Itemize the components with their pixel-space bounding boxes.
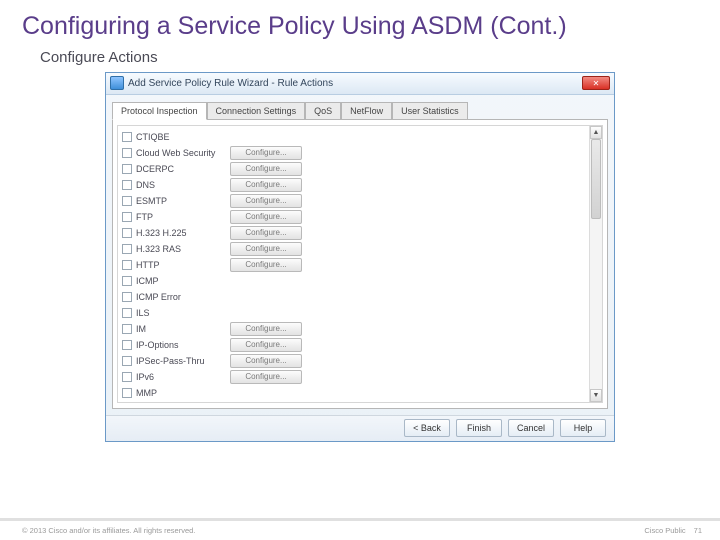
tab-panel-protocol-inspection: CTIQBECloud Web SecurityConfigure...DCER… (112, 119, 608, 409)
slide-subtitle: Configure Actions (0, 43, 720, 72)
tab-protocol-inspection[interactable]: Protocol Inspection (112, 102, 207, 120)
protocol-label: FTP (136, 212, 226, 222)
protocol-label: IP-Options (136, 340, 226, 350)
protocol-checkbox[interactable] (122, 180, 132, 190)
page-number: 71 (694, 526, 702, 535)
wizard-window: Add Service Policy Rule Wizard - Rule Ac… (105, 72, 615, 442)
protocol-checkbox[interactable] (122, 244, 132, 254)
scroll-up-icon[interactable]: ▲ (590, 126, 602, 139)
scroll-thumb[interactable] (591, 139, 601, 219)
protocol-checkbox[interactable] (122, 324, 132, 334)
protocol-checkbox[interactable] (122, 196, 132, 206)
scroll-down-icon[interactable]: ▼ (590, 389, 602, 402)
configure-button[interactable]: Configure... (230, 258, 302, 272)
protocol-label: IM (136, 324, 226, 334)
protocol-row: H.323 RAS Configure... (122, 241, 585, 257)
protocol-label: IPv6 (136, 372, 226, 382)
protocol-row: ICMP (122, 273, 585, 289)
protocol-label: H.323 H.225 (136, 228, 226, 238)
protocol-checkbox[interactable] (122, 388, 132, 398)
protocol-checkbox[interactable] (122, 228, 132, 238)
copyright-text: © 2013 Cisco and/or its affiliates. All … (22, 526, 195, 535)
protocol-label: CTIQBE (136, 132, 226, 142)
protocol-row: IPv6 Configure... (122, 369, 585, 385)
tab-user-statistics[interactable]: User Statistics (392, 102, 468, 120)
protocol-label: ESMTP (136, 196, 226, 206)
protocol-label: DCERPC (136, 164, 226, 174)
protocol-row: IM Configure... (122, 321, 585, 337)
protocol-row: CTIQBE (122, 129, 585, 145)
window-title: Add Service Policy Rule Wizard - Rule Ac… (128, 78, 582, 89)
slide-title: Configuring a Service Policy Using ASDM … (0, 0, 720, 43)
configure-button[interactable]: Configure... (230, 402, 302, 403)
protocol-checkbox[interactable] (122, 276, 132, 286)
protocol-checkbox[interactable] (122, 292, 132, 302)
finish-button[interactable]: Finish (456, 419, 502, 437)
protocol-label: H.323 RAS (136, 244, 226, 254)
scrollbar[interactable]: ▲ ▼ (589, 126, 602, 402)
configure-button[interactable]: Configure... (230, 146, 302, 160)
protocol-row: IP-Options Configure... (122, 337, 585, 353)
protocol-checkbox[interactable] (122, 132, 132, 142)
configure-button[interactable]: Configure... (230, 226, 302, 240)
protocol-label: ICMP (136, 276, 226, 286)
tab-connection-settings[interactable]: Connection Settings (207, 102, 306, 120)
cancel-button[interactable]: Cancel (508, 419, 554, 437)
protocol-row: FTP Configure... (122, 209, 585, 225)
protocol-row: ICMP Error (122, 289, 585, 305)
protocol-row: ESMTP Configure... (122, 193, 585, 209)
wizard-button-row: < Back Finish Cancel Help (106, 415, 614, 441)
protocol-label: DNS (136, 180, 226, 190)
protocol-label: IPSec-Pass-Thru (136, 356, 226, 366)
configure-button[interactable]: Configure... (230, 354, 302, 368)
protocol-list: CTIQBECloud Web SecurityConfigure...DCER… (117, 125, 603, 403)
protocol-label: Cloud Web Security (136, 148, 226, 158)
protocol-label: HTTP (136, 260, 226, 270)
protocol-row: DCERPC Configure... (122, 161, 585, 177)
protocol-checkbox[interactable] (122, 212, 132, 222)
configure-button[interactable]: Configure... (230, 338, 302, 352)
protocol-checkbox[interactable] (122, 356, 132, 366)
window-titlebar: Add Service Policy Rule Wizard - Rule Ac… (106, 73, 614, 95)
protocol-row: IPSec-Pass-Thru Configure... (122, 353, 585, 369)
close-icon[interactable]: ✕ (582, 76, 610, 90)
protocol-checkbox[interactable] (122, 308, 132, 318)
configure-button[interactable]: Configure... (230, 162, 302, 176)
configure-button[interactable]: Configure... (230, 194, 302, 208)
configure-button[interactable]: Configure... (230, 178, 302, 192)
tab-netflow[interactable]: NetFlow (341, 102, 392, 120)
protocol-row: MMP (122, 385, 585, 401)
protocol-row: Cloud Web Security Configure... (122, 145, 585, 161)
configure-button[interactable]: Configure... (230, 370, 302, 384)
protocol-label: ILS (136, 308, 226, 318)
protocol-row: HTTP Configure... (122, 257, 585, 273)
window-body: Protocol InspectionConnection SettingsQo… (106, 95, 614, 415)
tab-qos[interactable]: QoS (305, 102, 341, 120)
classification-text: Cisco Public (644, 526, 685, 535)
app-icon (110, 76, 124, 90)
help-button[interactable]: Help (560, 419, 606, 437)
slide-footer: © 2013 Cisco and/or its affiliates. All … (0, 518, 720, 540)
protocol-checkbox[interactable] (122, 260, 132, 270)
protocol-row: H.323 H.225 Configure... (122, 225, 585, 241)
configure-button[interactable]: Configure... (230, 210, 302, 224)
protocol-row: MGCPConfigure... (122, 401, 585, 403)
protocol-checkbox[interactable] (122, 340, 132, 350)
protocol-label: ICMP Error (136, 292, 226, 302)
tabs-row: Protocol InspectionConnection SettingsQo… (112, 101, 608, 119)
back-button[interactable]: < Back (404, 419, 450, 437)
protocol-row: DNS Configure... (122, 177, 585, 193)
protocol-row: ILS (122, 305, 585, 321)
configure-button[interactable]: Configure... (230, 242, 302, 256)
protocol-label: MMP (136, 388, 226, 398)
configure-button[interactable]: Configure... (230, 322, 302, 336)
protocol-checkbox[interactable] (122, 372, 132, 382)
scroll-track[interactable] (590, 139, 602, 389)
protocol-checkbox[interactable] (122, 164, 132, 174)
protocol-checkbox[interactable] (122, 148, 132, 158)
